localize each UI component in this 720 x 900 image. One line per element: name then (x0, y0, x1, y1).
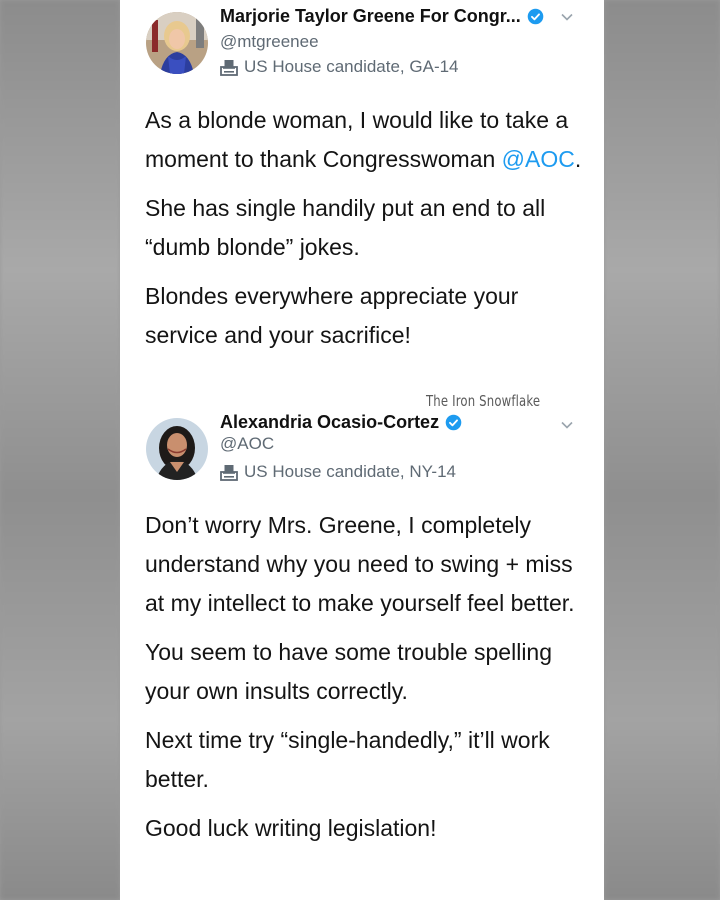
tweet-paragraph: She has single handily put an end to all… (145, 195, 546, 260)
tweet-paragraph: Good luck writing legislation! (145, 815, 437, 841)
handle[interactable]: @AOC (220, 434, 274, 454)
chevron-down-icon[interactable] (560, 10, 574, 24)
tweet-paragraph: Don’t worry Mrs. Greene, I completely un… (145, 512, 575, 616)
display-name[interactable]: Alexandria Ocasio-Cortez (220, 412, 439, 433)
verified-badge-icon (445, 414, 462, 431)
blurred-background-left (0, 0, 120, 900)
candidate-label-text: US House candidate, NY-14 (244, 462, 457, 481)
handle[interactable]: @mtgreenee (220, 32, 319, 52)
candidate-label: US House candidate, NY-14 (220, 462, 456, 482)
chevron-down-icon[interactable] (560, 418, 574, 432)
tweet-paragraph: You seem to have some trouble spelling y… (145, 639, 553, 704)
blurred-background-right (604, 0, 720, 900)
author-row: Alexandria Ocasio-Cortez (220, 412, 462, 433)
avatar[interactable] (146, 12, 208, 74)
display-name[interactable]: Marjorie Taylor Greene For Congr... (220, 6, 521, 27)
tweet-paragraph: As a blonde woman, I would like to take … (145, 101, 585, 179)
author-row: Marjorie Taylor Greene For Congr... (220, 6, 544, 27)
tweet-paragraph: Blondes everywhere appreciate your servi… (145, 283, 519, 348)
screenshot-card: Marjorie Taylor Greene For Congr... @mtg… (120, 0, 604, 900)
verified-badge-icon (527, 8, 544, 25)
ballot-box-icon (220, 59, 238, 76)
candidate-label: US House candidate, GA-14 (220, 57, 459, 77)
text-segment: . (574, 146, 582, 172)
tweet-text: As a blonde woman, I would like to take … (145, 101, 585, 365)
ballot-box-icon (220, 464, 238, 481)
tweet-paragraph: Next time try “single-handedly,” it’ll w… (145, 727, 550, 792)
watermark: The Iron Snowflake (426, 392, 541, 410)
candidate-label-text: US House candidate, GA-14 (244, 57, 459, 76)
avatar[interactable] (146, 418, 208, 480)
tweet-text: Don’t worry Mrs. Greene, I completely un… (145, 506, 585, 858)
mention-link[interactable]: @AOC (502, 146, 575, 172)
